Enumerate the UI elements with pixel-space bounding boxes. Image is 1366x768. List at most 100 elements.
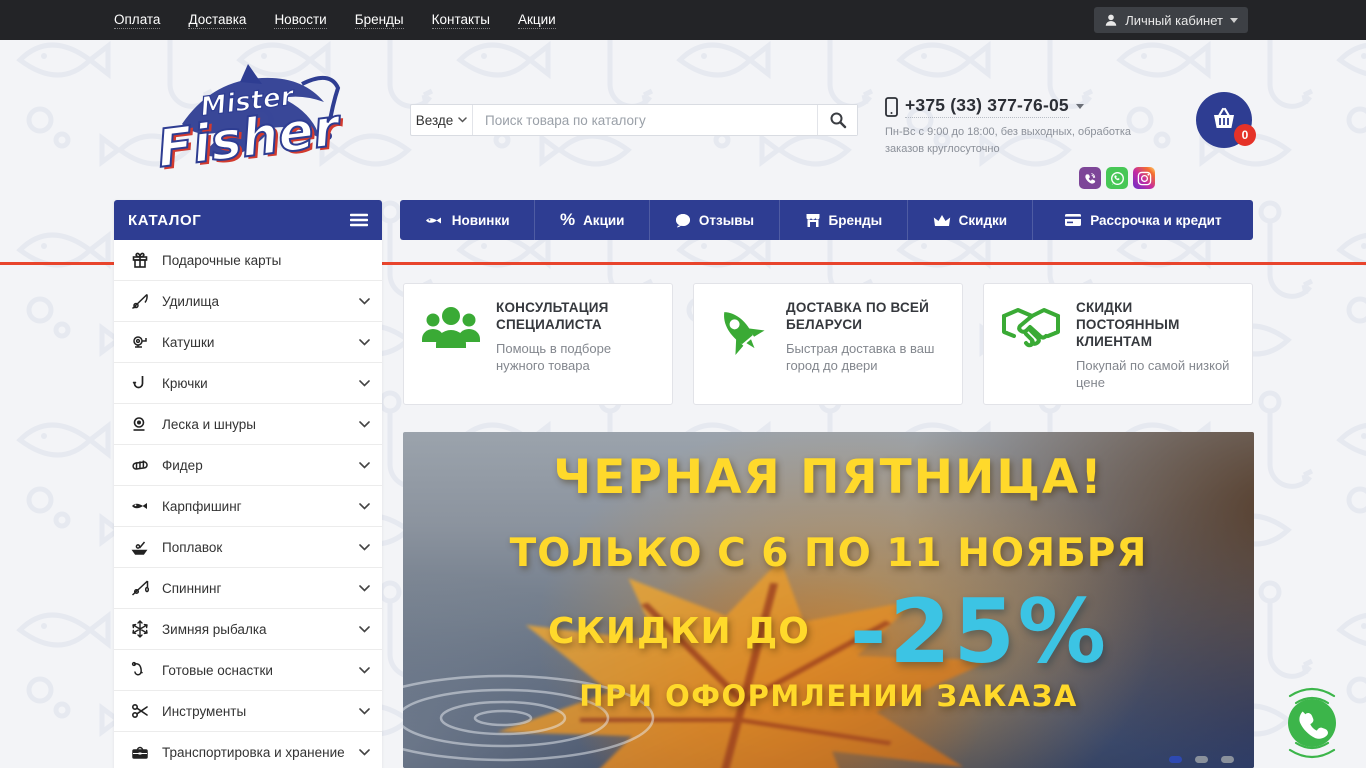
feature-text: Быстрая доставка в ваш город до двери <box>786 340 935 373</box>
banner-title: ЧЕРНАЯ ПЯТНИЦА! <box>553 450 1104 505</box>
catalog-item-floats[interactable]: Поплавок <box>114 527 382 568</box>
chevron-down-icon <box>359 420 370 428</box>
chevron-down-icon <box>359 748 370 756</box>
catalog-title: КАТАЛОГ <box>128 211 202 229</box>
banner-discount-label: СКИДКИ ДО <box>548 611 810 653</box>
nav-item-discounts[interactable]: Скидки <box>908 200 1033 240</box>
catalog-sidebar: КАТАЛОГ Подарочные карты Удилища Катушки… <box>114 200 382 768</box>
storefront-icon <box>806 213 819 227</box>
catalog-item-gift-cards[interactable]: Подарочные карты <box>114 240 382 281</box>
catalog-item-storage[interactable]: Транспортировка и хранение <box>114 732 382 768</box>
account-label: Личный кабинет <box>1125 12 1223 28</box>
topbar-link-delivery[interactable]: Доставка <box>188 12 247 29</box>
feature-card-body: ДОСТАВКА ПО ВСЕЙ БЕЛАРУСИ Быстрая достав… <box>786 300 948 404</box>
catalog-item-label: Инструменты <box>162 703 247 719</box>
chevron-down-icon <box>359 625 370 633</box>
feature-card-loyalty: СКИДКИ ПОСТОЯННЫМ КЛИЕНТАМ Покупай по са… <box>983 283 1253 405</box>
catalog-item-label: Фидер <box>162 457 203 473</box>
nav-label: Новинки <box>451 212 510 228</box>
hook-icon <box>124 373 156 393</box>
snowflake-icon <box>124 619 156 639</box>
catalog-item-spinning[interactable]: Спиннинг <box>114 568 382 609</box>
chevron-down-icon <box>359 379 370 387</box>
search-button[interactable] <box>817 105 857 135</box>
topbar-link-promos[interactable]: Акции <box>517 12 556 29</box>
nav-item-brands[interactable]: Бренды <box>780 200 908 240</box>
user-icon <box>1105 14 1117 26</box>
spinning-rod-icon <box>124 578 156 598</box>
chevron-down-icon <box>359 543 370 551</box>
catalog-item-rigs[interactable]: Готовые оснастки <box>114 650 382 691</box>
catalog-item-label: Поплавок <box>162 539 223 555</box>
credit-card-icon <box>1065 214 1082 226</box>
search-input[interactable] <box>473 105 817 135</box>
search-bar: Везде <box>410 104 858 136</box>
top-utility-bar: Оплата Доставка Новости Бренды Контакты … <box>0 0 1366 40</box>
banner-text-layer: ЧЕРНАЯ ПЯТНИЦА! ТОЛЬКО С 6 ПО 11 НОЯБРЯ … <box>403 432 1254 768</box>
catalog-item-reels[interactable]: Катушки <box>114 322 382 363</box>
catalog-item-hooks[interactable]: Крючки <box>114 363 382 404</box>
cart-button[interactable]: 0 <box>1196 92 1256 148</box>
catalog-item-label: Транспортировка и хранение <box>162 744 345 760</box>
nav-item-new[interactable]: Новинки <box>400 200 536 240</box>
toolbox-icon <box>124 742 156 762</box>
handshake-icon <box>1000 300 1062 404</box>
topbar-link-news[interactable]: Новости <box>274 12 327 29</box>
topbar-link-contacts[interactable]: Контакты <box>431 12 490 29</box>
logo[interactable]: Mister Fisher Fisher <box>152 54 348 190</box>
feature-cards: КОНСУЛЬТАЦИЯ СПЕЦИАЛИСТА Помощь в подбор… <box>403 283 1253 405</box>
chevron-down-icon <box>458 117 467 123</box>
instagram-icon[interactable] <box>1133 167 1155 189</box>
topbar-link-payment[interactable]: Оплата <box>114 12 161 29</box>
chevron-down-icon <box>359 707 370 715</box>
viber-icon[interactable] <box>1079 167 1101 189</box>
carousel-dot-1[interactable] <box>1169 756 1182 763</box>
promo-banner[interactable]: ЧЕРНАЯ ПЯТНИЦА! ТОЛЬКО С 6 ПО 11 НОЯБРЯ … <box>403 432 1254 768</box>
fish-icon <box>124 496 156 516</box>
feature-title: СКИДКИ ПОСТОЯННЫМ КЛИЕНТАМ <box>1076 300 1180 349</box>
fishing-rod-icon <box>124 291 156 311</box>
search-scope-value: Везде <box>415 112 454 128</box>
reel-icon <box>124 332 156 352</box>
banner-discount-value: -25% <box>849 580 1109 683</box>
catalog-item-label: Крючки <box>162 375 208 391</box>
catalog-item-tools[interactable]: Инструменты <box>114 691 382 732</box>
account-button[interactable]: Личный кабинет <box>1094 7 1248 33</box>
logo-word-fisher: Fisher <box>154 98 346 180</box>
catalog-item-label: Удилища <box>162 293 219 309</box>
catalog-item-rods[interactable]: Удилища <box>114 281 382 322</box>
feature-card-body: СКИДКИ ПОСТОЯННЫМ КЛИЕНТАМ Покупай по са… <box>1076 300 1238 404</box>
feature-text: Помощь в подборе нужного товара <box>496 340 612 373</box>
carousel-dot-2[interactable] <box>1195 756 1208 763</box>
whatsapp-icon[interactable] <box>1106 167 1128 189</box>
topbar-link-brands[interactable]: Бренды <box>354 12 404 29</box>
search-icon <box>830 112 846 129</box>
banner-discount-row: СКИДКИ ДО -25% <box>548 580 1109 683</box>
percent-icon: % <box>559 210 576 229</box>
phone-block: +375 (33) 377-76-05 Пн-Вс с 9:00 до 18:0… <box>885 95 1145 158</box>
float-boat-icon <box>124 537 156 557</box>
catalog-item-label: Подарочные карты <box>162 252 282 268</box>
callback-widget[interactable] <box>1276 682 1348 764</box>
nav-item-promos[interactable]: % Акции <box>535 200 651 240</box>
catalog-header[interactable]: КАТАЛОГ <box>114 200 382 240</box>
nav-label: Рассрочка и кредит <box>1090 212 1222 228</box>
catalog-item-lines[interactable]: Леска и шнуры <box>114 404 382 445</box>
rig-hook-icon <box>124 660 156 680</box>
gift-icon <box>124 250 156 270</box>
nav-item-reviews[interactable]: Отзывы <box>650 200 780 240</box>
nav-item-credit[interactable]: Рассрочка и кредит <box>1033 200 1253 240</box>
catalog-item-carpfishing[interactable]: Карпфишинг <box>114 486 382 527</box>
carousel-dot-3[interactable] <box>1221 756 1234 763</box>
catalog-item-winter[interactable]: Зимняя рыбалка <box>114 609 382 650</box>
phone-dropdown[interactable]: +375 (33) 377-76-05 <box>885 95 1145 118</box>
social-links <box>1079 167 1155 189</box>
fish-icon <box>425 217 441 223</box>
scissors-icon <box>124 701 156 721</box>
search-scope-select[interactable]: Везде <box>411 105 473 135</box>
chevron-down-icon <box>1230 17 1238 23</box>
chevron-down-icon <box>359 502 370 510</box>
catalog-item-feeder[interactable]: Фидер <box>114 445 382 486</box>
catalog-item-label: Зимняя рыбалка <box>162 621 267 637</box>
chevron-down-icon <box>359 338 370 346</box>
